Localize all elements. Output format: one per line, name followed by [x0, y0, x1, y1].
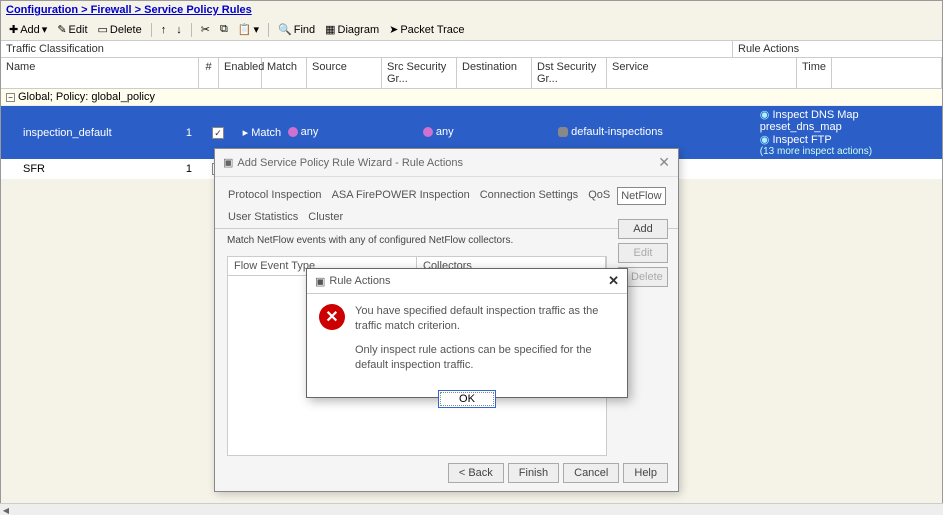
- alert-titlebar[interactable]: ▣ Rule Actions ✕: [307, 269, 627, 294]
- match-icon: ▸: [243, 126, 249, 139]
- cut-button[interactable]: ✂: [198, 22, 213, 37]
- error-icon: ✕: [319, 304, 345, 330]
- edit-button[interactable]: Edit: [618, 243, 668, 263]
- add-button[interactable]: Add: [618, 219, 668, 239]
- copy-button[interactable]: ⧉: [217, 22, 231, 37]
- close-icon[interactable]: ✕: [658, 154, 670, 171]
- separator: [191, 23, 192, 37]
- tab-cluster[interactable]: Cluster: [305, 209, 346, 225]
- wizard-title: Add Service Policy Rule Wizard - Rule Ac…: [237, 157, 463, 169]
- service-icon: [558, 127, 568, 137]
- tab-user-statistics[interactable]: User Statistics: [225, 209, 301, 225]
- alert-message: You have specified default inspection tr…: [355, 304, 615, 374]
- col-time[interactable]: Time: [797, 58, 832, 88]
- packet-trace-button[interactable]: ➤Packet Trace: [386, 22, 467, 37]
- arrow-icon: ◉: [760, 109, 770, 121]
- trace-icon: ➤: [389, 23, 398, 36]
- dropdown-arrow-icon[interactable]: ▾: [42, 23, 48, 36]
- separator: [151, 23, 152, 37]
- wizard-titlebar[interactable]: ▣ Add Service Policy Rule Wizard - Rule …: [215, 149, 678, 177]
- row-actions: ◉ Inspect DNS Map preset_dns_map ◉ Inspe…: [755, 106, 942, 159]
- row-num: 1: [180, 124, 199, 142]
- rule-actions-header: Rule Actions: [732, 41, 942, 57]
- delete-icon: ▭: [98, 23, 108, 36]
- dropdown-arrow-icon[interactable]: ▾: [254, 23, 260, 36]
- cancel-button[interactable]: Cancel: [563, 463, 619, 483]
- row-match: ▸Match: [238, 123, 283, 142]
- horizontal-scrollbar[interactable]: ◀: [0, 503, 943, 515]
- traffic-classification-header: Traffic Classification: [1, 41, 732, 57]
- paste-icon: 📋: [238, 23, 252, 36]
- row-num: 1: [180, 160, 199, 178]
- policy-group-row[interactable]: − Global; Policy: global_policy: [1, 89, 942, 106]
- search-icon: 🔍: [278, 23, 292, 36]
- diagram-icon: ▦: [325, 23, 335, 36]
- delete-button[interactable]: ▭Delete: [95, 22, 145, 37]
- col-dst-sec[interactable]: Dst Security Gr...: [532, 58, 607, 88]
- row-dest: any: [418, 123, 486, 143]
- move-up-button[interactable]: ↑: [158, 23, 170, 37]
- wizard-icon: ▣: [223, 156, 233, 169]
- row-name: inspection_default: [1, 124, 180, 142]
- back-button[interactable]: < Back: [448, 463, 504, 483]
- col-service[interactable]: Service: [607, 58, 797, 88]
- col-match[interactable]: Match: [262, 58, 307, 88]
- row-enabled[interactable]: ✓: [198, 124, 237, 142]
- col-source[interactable]: Source: [307, 58, 382, 88]
- main-toolbar: ✚Add▾ ✎Edit ▭Delete ↑ ↓ ✂ ⧉ 📋▾ 🔍Find ▦Di…: [1, 19, 942, 41]
- source-any-icon: [288, 127, 298, 137]
- finish-button[interactable]: Finish: [508, 463, 559, 483]
- alert-title: Rule Actions: [329, 275, 390, 287]
- copy-icon: ⧉: [220, 23, 228, 36]
- tab-netflow[interactable]: NetFlow: [617, 187, 665, 205]
- alert-app-icon: ▣: [315, 275, 325, 288]
- row-source: any: [283, 123, 351, 143]
- wizard-footer-buttons: < Back Finish Cancel Help: [448, 463, 668, 483]
- tab-connection-settings[interactable]: Connection Settings: [477, 187, 581, 205]
- row-name: SFR: [1, 160, 180, 178]
- wizard-subtitle: Match NetFlow events with any of configu…: [215, 229, 678, 252]
- separator: [268, 23, 269, 37]
- wizard-tabs: Protocol Inspection ASA FirePOWER Inspec…: [215, 177, 678, 229]
- tab-qos[interactable]: QoS: [585, 187, 613, 205]
- col-enabled[interactable]: Enabled: [219, 58, 262, 88]
- plus-icon: ✚: [9, 23, 18, 36]
- breadcrumb[interactable]: Configuration > Firewall > Service Polic…: [1, 1, 942, 19]
- move-down-button[interactable]: ↓: [173, 23, 185, 37]
- cut-icon: ✂: [201, 23, 210, 36]
- edit-icon: ✎: [57, 23, 66, 36]
- edit-button[interactable]: ✎Edit: [54, 22, 90, 37]
- find-button[interactable]: 🔍Find: [275, 22, 318, 37]
- col-name[interactable]: Name: [1, 58, 199, 88]
- alert-dialog: ▣ Rule Actions ✕ ✕ You have specified de…: [306, 268, 628, 398]
- checkbox-icon[interactable]: ✓: [212, 127, 224, 139]
- add-button[interactable]: ✚Add▾: [6, 22, 50, 37]
- grid-header: Name # Enabled Match Source Src Security…: [1, 58, 942, 89]
- col-num[interactable]: #: [199, 58, 219, 88]
- tab-protocol-inspection[interactable]: Protocol Inspection: [225, 187, 325, 205]
- col-actions-spacer: [832, 58, 942, 88]
- paste-button[interactable]: 📋▾: [235, 22, 262, 37]
- arrow-down-icon: ↓: [176, 24, 182, 36]
- row-service: default-inspections: [553, 123, 723, 143]
- arrow-up-icon: ↑: [161, 24, 167, 36]
- help-button[interactable]: Help: [623, 463, 668, 483]
- close-icon[interactable]: ✕: [608, 273, 619, 289]
- col-src-sec[interactable]: Src Security Gr...: [382, 58, 457, 88]
- group-label: Global; Policy: global_policy: [18, 91, 155, 103]
- diagram-button[interactable]: ▦Diagram: [322, 22, 382, 37]
- arrow-icon: ◉: [760, 134, 770, 146]
- col-dest[interactable]: Destination: [457, 58, 532, 88]
- ok-button[interactable]: OK: [438, 390, 496, 408]
- collapse-icon[interactable]: −: [6, 93, 15, 102]
- tab-asa-firepower[interactable]: ASA FirePOWER Inspection: [329, 187, 473, 205]
- dest-any-icon: [423, 127, 433, 137]
